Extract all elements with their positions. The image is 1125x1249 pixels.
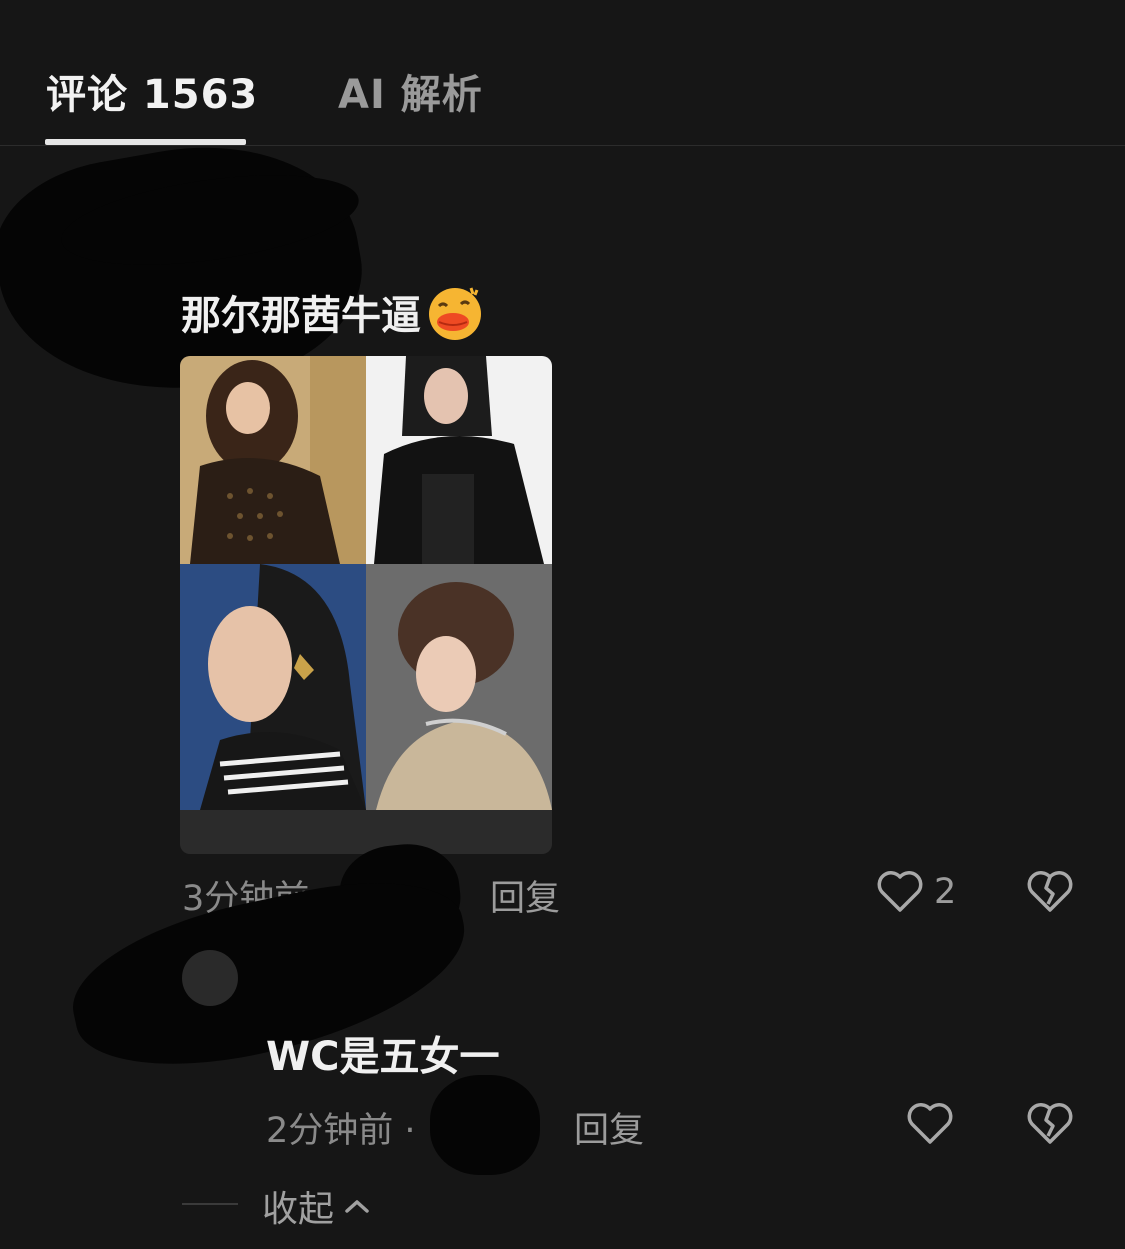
woman-gold-dress-photo [180,356,366,564]
collapse-divider [182,1203,238,1205]
duck-lips-emoji-icon [429,287,481,340]
woman-black-blazer-photo [366,356,552,564]
like-heart-icon[interactable] [876,868,924,914]
reply-like-heart-icon[interactable] [906,1100,954,1146]
tab-comments[interactable]: 评论 1563 [46,62,258,120]
tab-bar: 评论 1563 AI 解析 [0,0,1125,146]
tab-active-indicator [45,139,246,145]
tab-ai-analysis[interactable]: AI 解析 [338,62,483,120]
comment-image[interactable] [180,356,552,854]
collapse-label: 收起 [262,1189,335,1230]
chevron-up-icon [345,1200,369,1213]
collapse-replies-button[interactable]: 收起 [262,1180,370,1232]
reply-reply-button[interactable]: 回复 [574,1102,644,1153]
comment-body: 那尔那茜牛逼 [181,282,485,342]
redaction-scribble [430,1075,540,1175]
comment-reply-button[interactable]: 回复 [490,870,560,921]
woman-striped-jacket-photo [180,564,366,810]
like-count: 2 [934,872,957,912]
reply-text: WC是五女一 [266,1034,500,1080]
woman-fur-coat-photo [366,564,552,810]
reply-dislike-broken-heart-icon[interactable] [1026,1100,1074,1146]
dislike-broken-heart-icon[interactable] [1026,868,1074,914]
reply-avatar[interactable] [182,950,238,1006]
photo-collage [180,356,552,810]
reply-timestamp: 2分钟前 · [266,1111,416,1151]
comment-text: 那尔那茜牛逼 [181,293,421,339]
